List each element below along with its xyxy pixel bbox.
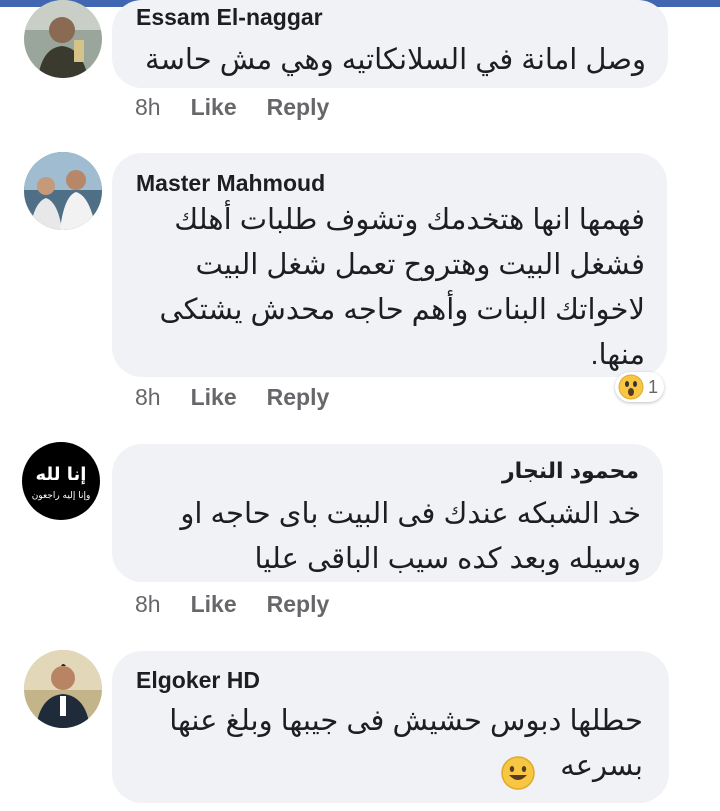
reply-button[interactable]: Reply [267,591,330,618]
profile-photo-icon: إنا لله وإنا إليه راجعون [22,442,100,520]
comment-text: وصل امانة في السلانكاتيه وهي مش حاسة [145,44,646,76]
comment-bubble: Master Mahmoud فهمها انها هتخدمك وتشوف ط… [112,153,667,377]
comment-actions: 8h Like Reply [135,384,359,411]
comment-text-body: حطلها دبوس حشيش فى جيبها وبلغ عنها بسرعه [169,705,643,782]
comment-timestamp[interactable]: 8h [135,591,161,618]
avatar-calligraphy-top: إنا لله [36,464,87,485]
comment-actions: 8h Like Reply [135,591,359,618]
comment-bubble: Elgoker HD حطلها دبوس حشيش فى جيبها وبلغ… [112,651,669,803]
avatar[interactable] [24,152,102,230]
reply-button[interactable]: Reply [267,384,330,411]
profile-photo-icon [24,650,102,728]
comment-text: خد الشبكه عندك فى البيت باى حاجه او وسيل… [180,498,641,575]
wow-emoji-icon [618,374,644,400]
comment-text: حطلها دبوس حشيش فى جيبها وبلغ عنها بسرعه [169,699,643,789]
comment-timestamp[interactable]: 8h [135,94,161,121]
smile-emoji-icon [501,756,535,790]
profile-photo-icon [24,0,102,78]
avatar[interactable] [24,650,102,728]
avatar-calligraphy-bottom: وإنا إليه راجعون [32,491,91,501]
reaction-count: 1 [648,376,659,397]
like-button[interactable]: Like [191,94,237,121]
reply-button[interactable]: Reply [267,94,330,121]
comment-bubble: محمود النجار خد الشبكه عندك فى البيت باى… [112,444,663,582]
comment-author[interactable]: Elgoker HD [136,667,260,694]
avatar[interactable]: إنا لله وإنا إليه راجعون [22,442,100,520]
profile-photo-icon [24,152,102,230]
comment-author[interactable]: Master Mahmoud [136,170,325,197]
comment-text: فهمها انها هتخدمك وتشوف طلبات أهلك فشغل … [159,204,645,371]
like-button[interactable]: Like [191,384,237,411]
like-button[interactable]: Like [191,591,237,618]
comment-author[interactable]: Essam El-naggar [136,4,323,31]
comment-actions: 8h Like Reply [135,94,359,121]
avatar[interactable] [24,0,102,78]
comment-author[interactable]: محمود النجار [502,458,639,484]
reaction-badge[interactable]: 1 [615,372,665,402]
comment-bubble: Essam El-naggar وصل امانة في السلانكاتيه… [112,0,668,88]
comment-timestamp[interactable]: 8h [135,384,161,411]
